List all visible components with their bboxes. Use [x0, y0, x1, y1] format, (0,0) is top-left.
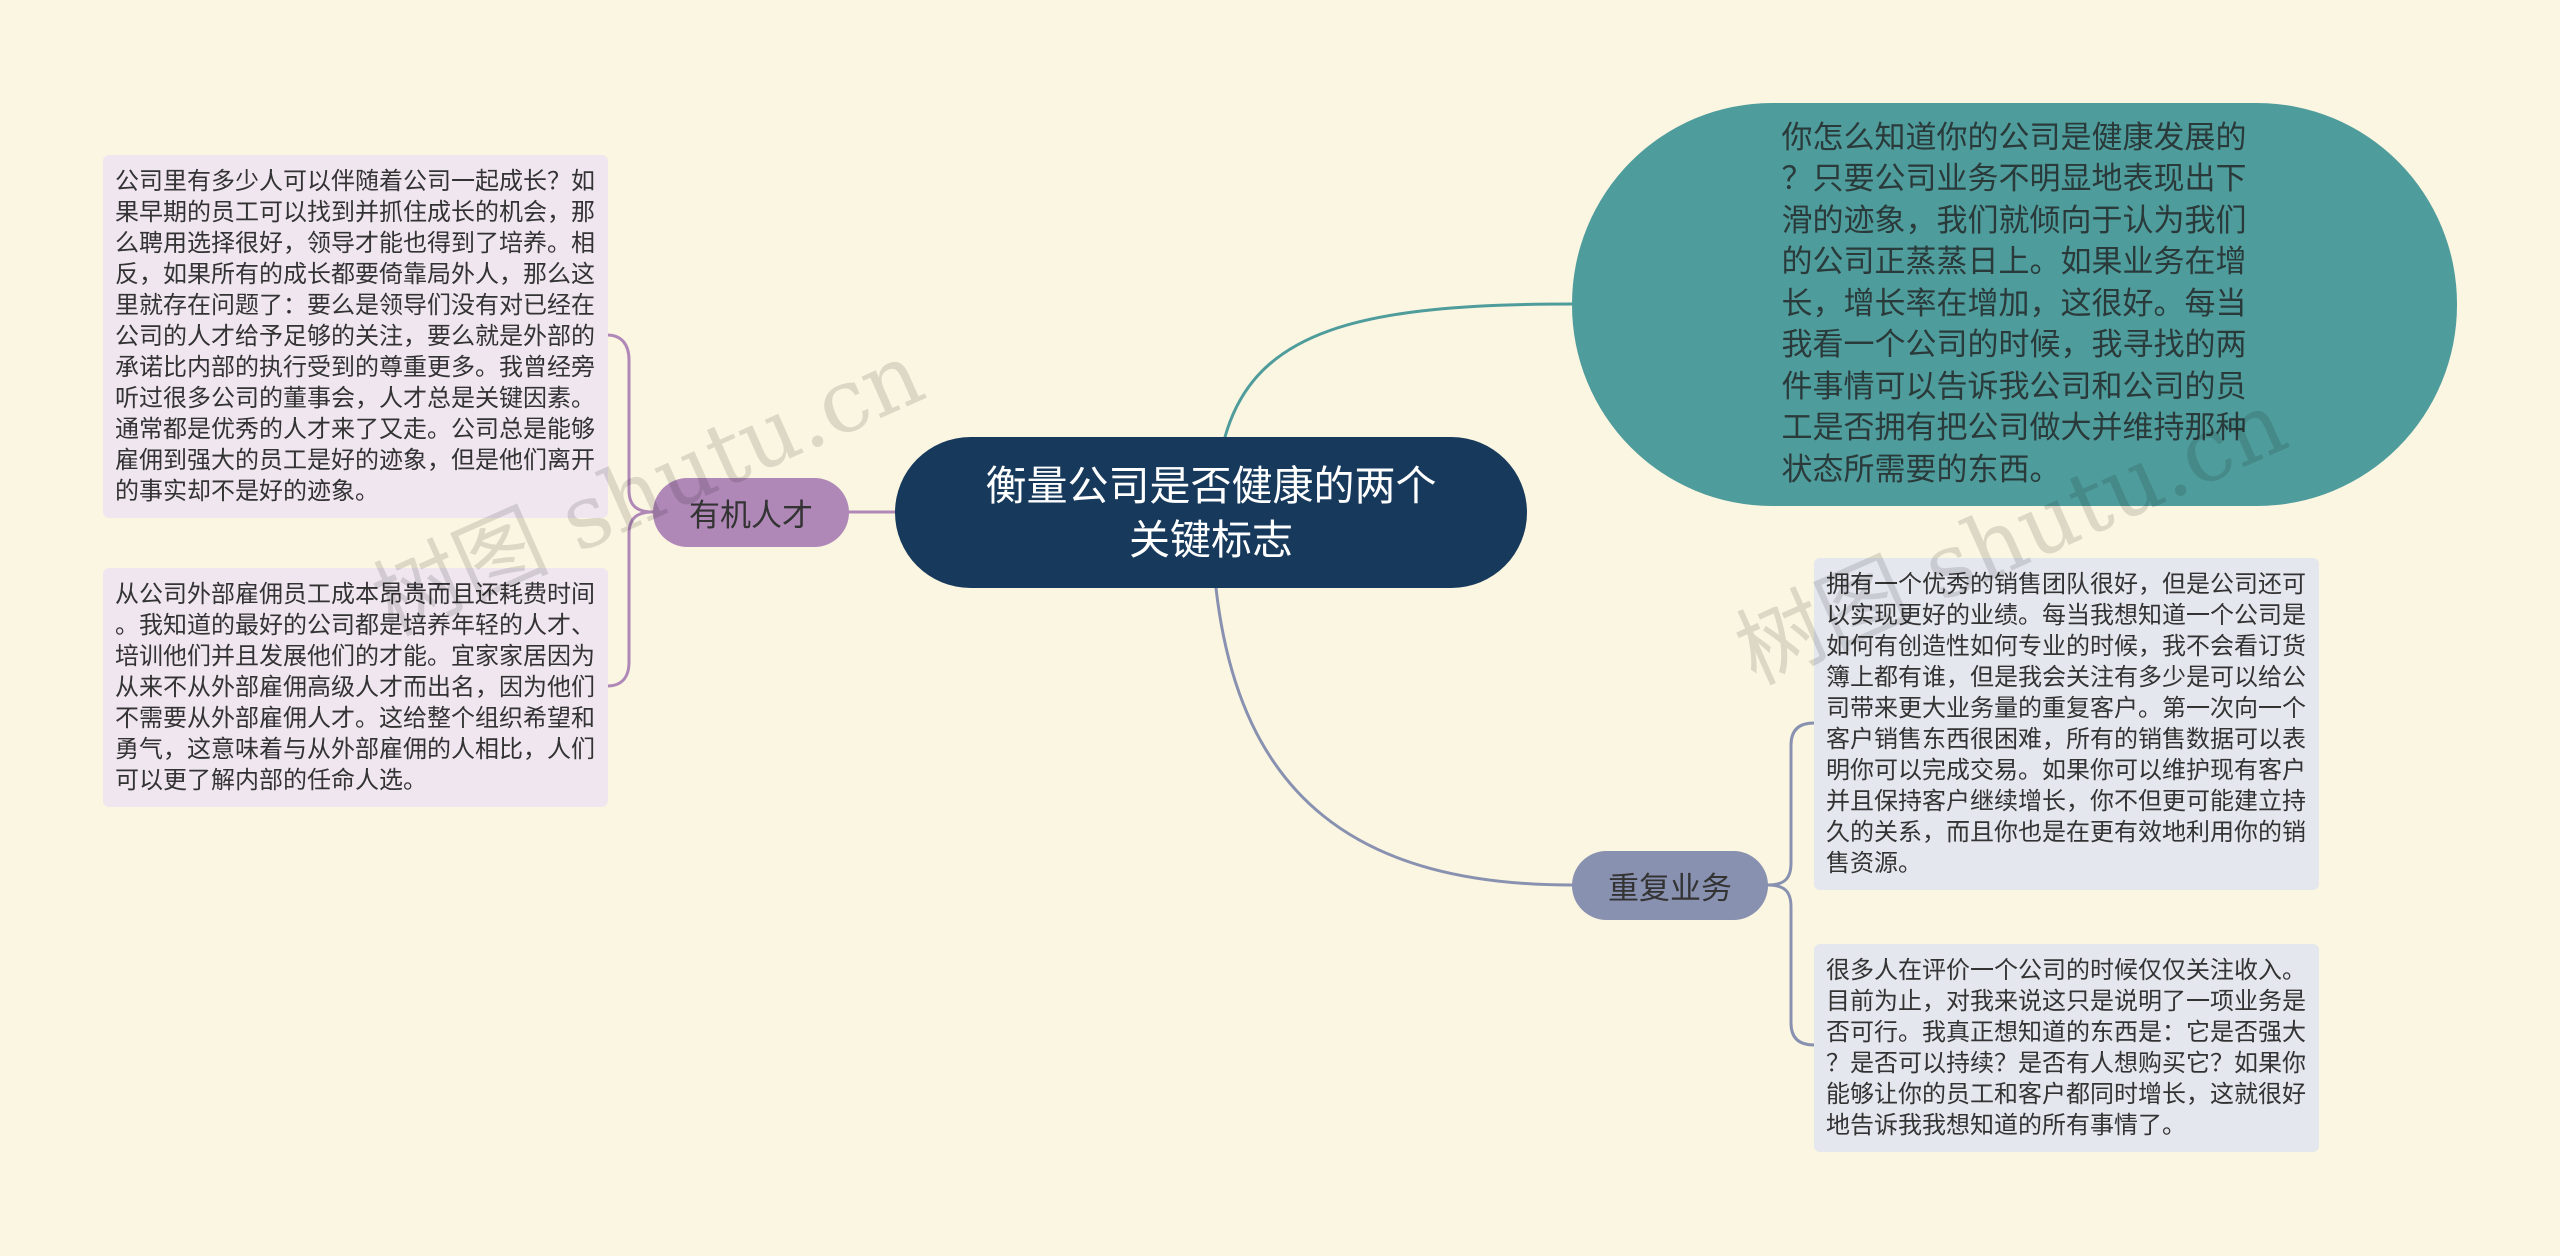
connector-central-to-intro: [1223, 302, 1574, 439]
repeat-note-1: 拥有一个优秀的销售团队很好，但是公司还可以实现更好的业绩。每当我想知道一个公司是…: [1814, 558, 2319, 890]
repeat-note-2: 很多人在评价一个公司的时候仅仅关注收入。目前为止，对我来说这只是说明了一项业务是…: [1814, 944, 2319, 1152]
branch-repeat: 重复业务: [1572, 851, 1768, 920]
branch-talent-label: 有机人才: [689, 498, 813, 534]
talent-note-2: 从公司外部雇佣员工成本昂贵而且还耗费时间。我知道的最好的公司都是培养年轻的人才、…: [103, 568, 608, 807]
intro-node: 你怎么知道你的公司是健康发展的？只要公司业务不明显地表现出下滑的迹象，我们就倾向…: [1572, 103, 2457, 506]
branch-talent: 有机人才: [653, 478, 849, 547]
mind-map-canvas: 衡量公司是否健康的两个关键标志 你怎么知道你的公司是健康发展的？只要公司业务不明…: [0, 0, 2560, 1256]
intro-text: 你怎么知道你的公司是健康发展的？只要公司业务不明显地表现出下滑的迹象，我们就倾向…: [1781, 119, 2247, 488]
connector-central-to-repeat: [1214, 586, 1574, 887]
connector-talent-to-note-2: [605, 510, 655, 688]
central-topic: 衡量公司是否健康的两个关键标志: [895, 437, 1527, 588]
branch-repeat-label: 重复业务: [1608, 871, 1732, 907]
talent-note-1: 公司里有多少人可以伴随着公司一起成长？如果早期的员工可以找到并抓住成长的机会，那…: [103, 155, 608, 518]
central-topic-title: 衡量公司是否健康的两个关键标志: [985, 461, 1437, 564]
connector-repeat-to-note-1: [1766, 721, 1816, 887]
connector-talent-to-note-1: [605, 333, 655, 514]
connector-repeat-to-note-2: [1766, 883, 1816, 1047]
